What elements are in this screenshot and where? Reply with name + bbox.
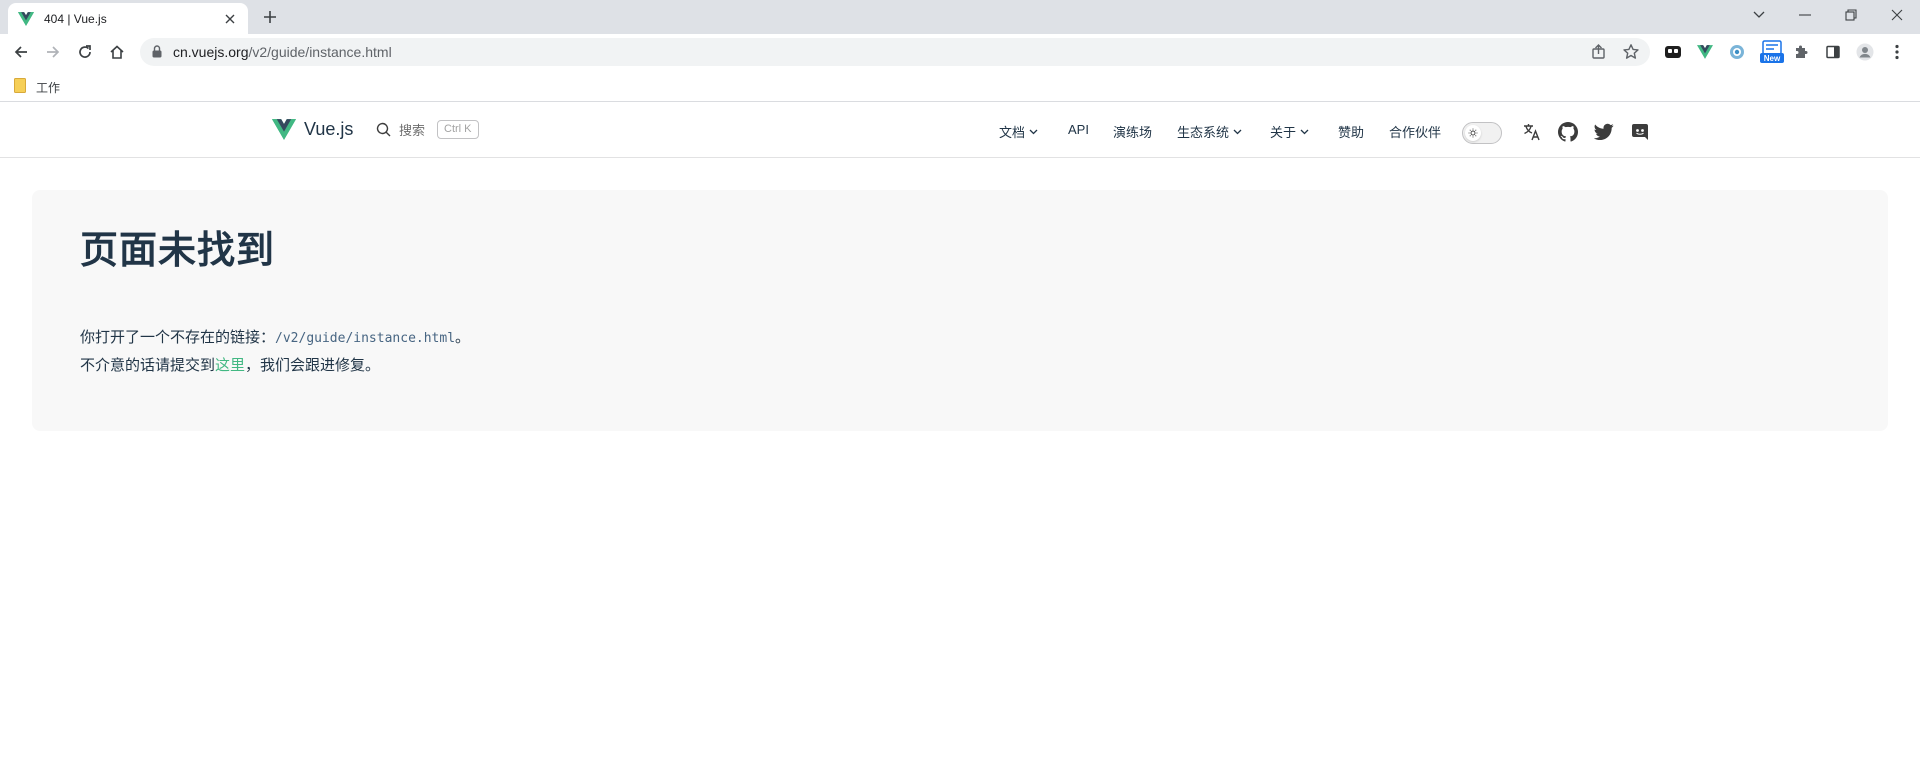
logo-text: Vue.js bbox=[304, 119, 354, 139]
url-path: /v2/guide/instance.html bbox=[248, 44, 392, 60]
nav-label: 生态系统 bbox=[1177, 125, 1230, 140]
report-message: 不介意的话请提交到这里，我们会跟进修复。 bbox=[80, 356, 380, 376]
message-suffix: 。 bbox=[455, 329, 471, 346]
chevron-down-icon bbox=[1029, 129, 1038, 134]
site-nav: Vue.js 搜索 Ctrl K 文档 API 演练场 生态系统 关于 赞助 合… bbox=[0, 103, 1920, 158]
appearance-toggle[interactable] bbox=[1462, 122, 1502, 144]
nav-partners[interactable]: 合作伙伴 bbox=[1389, 122, 1441, 141]
translate-icon[interactable] bbox=[1521, 121, 1543, 143]
minimize-icon[interactable] bbox=[1782, 0, 1828, 30]
side-panel-icon[interactable] bbox=[1823, 42, 1843, 62]
back-icon[interactable] bbox=[8, 39, 34, 65]
close-window-icon[interactable] bbox=[1874, 0, 1920, 30]
browser-tab[interactable]: 404 | Vue.js bbox=[8, 3, 248, 34]
nav-label: 文档 bbox=[999, 125, 1026, 140]
restore-icon[interactable] bbox=[1828, 0, 1874, 30]
puzzle-extensions-icon[interactable] bbox=[1791, 42, 1811, 62]
chevron-down-icon bbox=[1233, 129, 1242, 134]
vue-devtools-icon[interactable] bbox=[1695, 42, 1715, 62]
nav-label: API bbox=[1068, 122, 1089, 137]
reload-icon[interactable] bbox=[72, 39, 98, 65]
address-bar[interactable]: cn.vuejs.org/v2/guide/instance.html bbox=[140, 38, 1650, 66]
vue-favicon-icon bbox=[18, 11, 34, 27]
nav-sponsor[interactable]: 赞助 bbox=[1338, 122, 1364, 141]
folder-icon bbox=[14, 78, 26, 96]
new-badge-text: New bbox=[1763, 54, 1781, 63]
browser-tab-strip: 404 | Vue.js bbox=[0, 0, 1920, 34]
browser-toolbar: cn.vuejs.org/v2/guide/instance.html New bbox=[0, 34, 1920, 70]
forward-icon[interactable] bbox=[40, 39, 66, 65]
sun-icon bbox=[1465, 125, 1481, 141]
search-icon bbox=[376, 122, 391, 137]
nav-label: 关于 bbox=[1270, 125, 1297, 140]
nav-playground[interactable]: 演练场 bbox=[1113, 122, 1152, 141]
site-logo[interactable]: Vue.js bbox=[272, 119, 353, 140]
nav-docs[interactable]: 文档 bbox=[999, 122, 1038, 141]
nav-label: 赞助 bbox=[1338, 125, 1365, 140]
circle-extension-icon[interactable] bbox=[1727, 42, 1747, 62]
page-title: 页面未找到 bbox=[80, 230, 276, 272]
lock-icon[interactable] bbox=[152, 45, 162, 63]
nav-about[interactable]: 关于 bbox=[1270, 122, 1309, 141]
missing-link-message: 你打开了一个不存在的链接：/v2/guide/instance.html。 bbox=[80, 328, 470, 349]
more-menu-icon[interactable] bbox=[1887, 42, 1907, 62]
close-tab-icon[interactable] bbox=[222, 11, 238, 27]
search-button[interactable]: 搜索 Ctrl K bbox=[376, 120, 479, 139]
bookmark-label: 工作 bbox=[36, 80, 61, 95]
new-badge-extension-icon[interactable]: New bbox=[1759, 40, 1785, 64]
vue-logo-icon bbox=[272, 119, 296, 140]
bookmark-folder-work[interactable]: 工作 bbox=[14, 78, 60, 96]
url-text: cn.vuejs.org/v2/guide/instance.html bbox=[173, 45, 392, 59]
report-prefix: 不介意的话请提交到 bbox=[80, 357, 216, 374]
new-tab-icon[interactable] bbox=[260, 7, 280, 27]
profile-avatar-icon[interactable] bbox=[1855, 42, 1875, 62]
message-prefix: 你打开了一个不存在的链接： bbox=[80, 329, 276, 346]
nav-label: 合作伙伴 bbox=[1389, 125, 1442, 140]
nav-api[interactable]: API bbox=[1068, 122, 1089, 137]
chevron-down-icon bbox=[1300, 129, 1309, 134]
discord-icon[interactable] bbox=[1629, 121, 1651, 143]
url-host: cn.vuejs.org bbox=[173, 44, 249, 60]
not-found-card: 页面未找到 你打开了一个不存在的链接：/v2/guide/instance.ht… bbox=[32, 190, 1888, 431]
github-icon[interactable] bbox=[1557, 121, 1579, 143]
tab-title: 404 | Vue.js bbox=[44, 11, 107, 26]
share-icon[interactable] bbox=[1590, 43, 1608, 66]
search-shortcut: Ctrl K bbox=[437, 120, 479, 139]
twitter-icon[interactable] bbox=[1593, 121, 1615, 143]
search-label: 搜索 bbox=[399, 123, 426, 138]
bookmark-star-icon[interactable] bbox=[1622, 43, 1640, 66]
home-icon[interactable] bbox=[104, 39, 130, 65]
report-suffix: ，我们会跟进修复。 bbox=[245, 357, 381, 374]
extension-dark-icon[interactable] bbox=[1663, 42, 1683, 62]
tab-search-icon[interactable] bbox=[1736, 0, 1782, 30]
nav-label: 演练场 bbox=[1113, 125, 1153, 140]
report-issue-link[interactable]: 这里 bbox=[215, 357, 245, 374]
nav-ecosystem[interactable]: 生态系统 bbox=[1177, 122, 1242, 141]
missing-path: /v2/guide/instance.html bbox=[275, 331, 456, 346]
bookmarks-bar: 工作 bbox=[0, 70, 1920, 102]
